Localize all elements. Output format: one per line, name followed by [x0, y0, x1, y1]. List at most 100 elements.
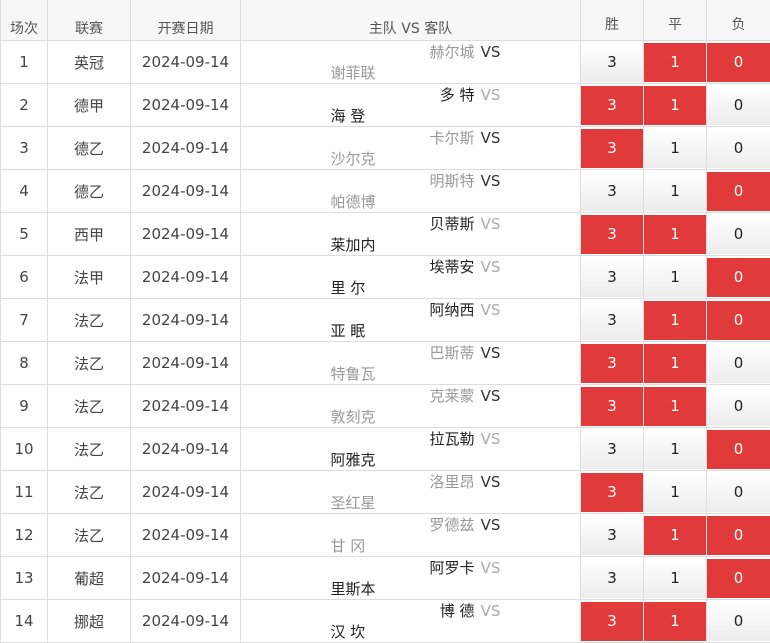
- home-team: 拉瓦勒: [315, 428, 475, 449]
- draw-option[interactable]: 1: [644, 471, 707, 514]
- win-option[interactable]: 3: [581, 471, 644, 514]
- home-team: 埃蒂安: [315, 256, 475, 277]
- win-value: 3: [581, 258, 643, 297]
- league-name: 英冠: [48, 41, 131, 84]
- match-number: 11: [1, 471, 48, 514]
- lose-option[interactable]: 0: [707, 213, 770, 256]
- match-date: 2024-09-14: [131, 471, 241, 514]
- draw-option[interactable]: 1: [644, 299, 707, 342]
- lose-value: 0: [707, 301, 770, 340]
- header-away: 客队: [424, 21, 452, 37]
- header-match: 主队 VS 客队: [241, 0, 581, 41]
- header-date: 开赛日期: [131, 0, 241, 41]
- league-name: 德乙: [48, 127, 131, 170]
- win-value: 3: [581, 172, 643, 211]
- draw-option[interactable]: 1: [644, 213, 707, 256]
- match-date: 2024-09-14: [131, 299, 241, 342]
- win-option[interactable]: 3: [581, 127, 644, 170]
- lose-option[interactable]: 0: [707, 428, 770, 471]
- win-option[interactable]: 3: [581, 385, 644, 428]
- draw-option[interactable]: 1: [644, 557, 707, 600]
- league-name: 法乙: [48, 514, 131, 557]
- table-row: 6法甲2024-09-14埃蒂安VS里 尔310: [1, 256, 770, 299]
- lose-option[interactable]: 0: [707, 342, 770, 385]
- lose-option[interactable]: 0: [707, 127, 770, 170]
- match-list-panel: 场次 联赛 开赛日期 主队 VS 客队 胜 平 负 1英冠2024-09-14赫…: [0, 0, 770, 612]
- match-number: 10: [1, 428, 48, 471]
- home-team: 博 德: [315, 600, 475, 621]
- lose-value: 0: [707, 172, 770, 211]
- vs-label: VS: [475, 172, 507, 190]
- lose-option[interactable]: 0: [707, 256, 770, 299]
- away-team: 莱加内: [331, 234, 491, 255]
- table-row: 10法乙2024-09-14拉瓦勒VS阿雅克310: [1, 428, 770, 471]
- draw-value: 1: [644, 129, 706, 168]
- draw-option[interactable]: 1: [644, 41, 707, 84]
- home-team: 巴斯蒂: [315, 342, 475, 363]
- match-teams: 阿纳西VS亚 眠: [241, 299, 581, 342]
- win-option[interactable]: 3: [581, 213, 644, 256]
- home-team: 罗德兹: [315, 514, 475, 535]
- away-team: 里 尔: [331, 277, 491, 298]
- draw-value: 1: [644, 172, 706, 211]
- win-option[interactable]: 3: [581, 256, 644, 299]
- draw-option[interactable]: 1: [644, 84, 707, 127]
- win-option[interactable]: 3: [581, 557, 644, 600]
- lose-option[interactable]: 0: [707, 471, 770, 514]
- match-teams: 明斯特VS帕德博: [241, 170, 581, 213]
- win-value: 3: [581, 473, 643, 512]
- draw-option[interactable]: 1: [644, 256, 707, 299]
- lose-option[interactable]: 0: [707, 84, 770, 127]
- win-option[interactable]: 3: [581, 600, 644, 643]
- match-number: 12: [1, 514, 48, 557]
- win-option[interactable]: 3: [581, 41, 644, 84]
- match-teams: 卡尔斯VS沙尔克: [241, 127, 581, 170]
- lose-option[interactable]: 0: [707, 514, 770, 557]
- match-teams: 埃蒂安VS里 尔: [241, 256, 581, 299]
- win-option[interactable]: 3: [581, 170, 644, 213]
- table-row: 3德乙2024-09-14卡尔斯VS沙尔克310: [1, 127, 770, 170]
- header-draw: 平: [644, 0, 707, 41]
- lose-option[interactable]: 0: [707, 41, 770, 84]
- vs-label: VS: [475, 258, 507, 276]
- draw-option[interactable]: 1: [644, 428, 707, 471]
- win-option[interactable]: 3: [581, 299, 644, 342]
- away-team: 甘 冈: [331, 535, 491, 556]
- draw-option[interactable]: 1: [644, 170, 707, 213]
- header-lose: 负: [707, 0, 770, 41]
- header-home: 主队: [369, 21, 397, 37]
- vs-label: VS: [475, 344, 507, 362]
- draw-value: 1: [644, 301, 706, 340]
- lose-option[interactable]: 0: [707, 385, 770, 428]
- away-team: 亚 眠: [331, 320, 491, 341]
- table-row: 11法乙2024-09-14洛里昂VS圣红星310: [1, 471, 770, 514]
- win-option[interactable]: 3: [581, 514, 644, 557]
- lose-option[interactable]: 0: [707, 600, 770, 643]
- home-team: 多 特: [315, 84, 475, 105]
- draw-option[interactable]: 1: [644, 600, 707, 643]
- away-team: 海 登: [331, 105, 491, 126]
- match-teams: 罗德兹VS甘 冈: [241, 514, 581, 557]
- vs-label: VS: [475, 301, 507, 319]
- lose-value: 0: [707, 43, 770, 82]
- lose-option[interactable]: 0: [707, 299, 770, 342]
- draw-option[interactable]: 1: [644, 127, 707, 170]
- vs-label: VS: [475, 86, 507, 104]
- draw-option[interactable]: 1: [644, 342, 707, 385]
- league-name: 葡超: [48, 557, 131, 600]
- draw-option[interactable]: 1: [644, 385, 707, 428]
- table-row: 8法乙2024-09-14巴斯蒂VS特鲁瓦310: [1, 342, 770, 385]
- match-date: 2024-09-14: [131, 170, 241, 213]
- win-option[interactable]: 3: [581, 342, 644, 385]
- match-date: 2024-09-14: [131, 213, 241, 256]
- draw-value: 1: [644, 43, 706, 82]
- league-name: 德乙: [48, 170, 131, 213]
- lose-option[interactable]: 0: [707, 557, 770, 600]
- lose-option[interactable]: 0: [707, 170, 770, 213]
- win-value: 3: [581, 602, 643, 641]
- lose-value: 0: [707, 430, 770, 469]
- match-date: 2024-09-14: [131, 41, 241, 84]
- win-option[interactable]: 3: [581, 84, 644, 127]
- win-option[interactable]: 3: [581, 428, 644, 471]
- draw-option[interactable]: 1: [644, 514, 707, 557]
